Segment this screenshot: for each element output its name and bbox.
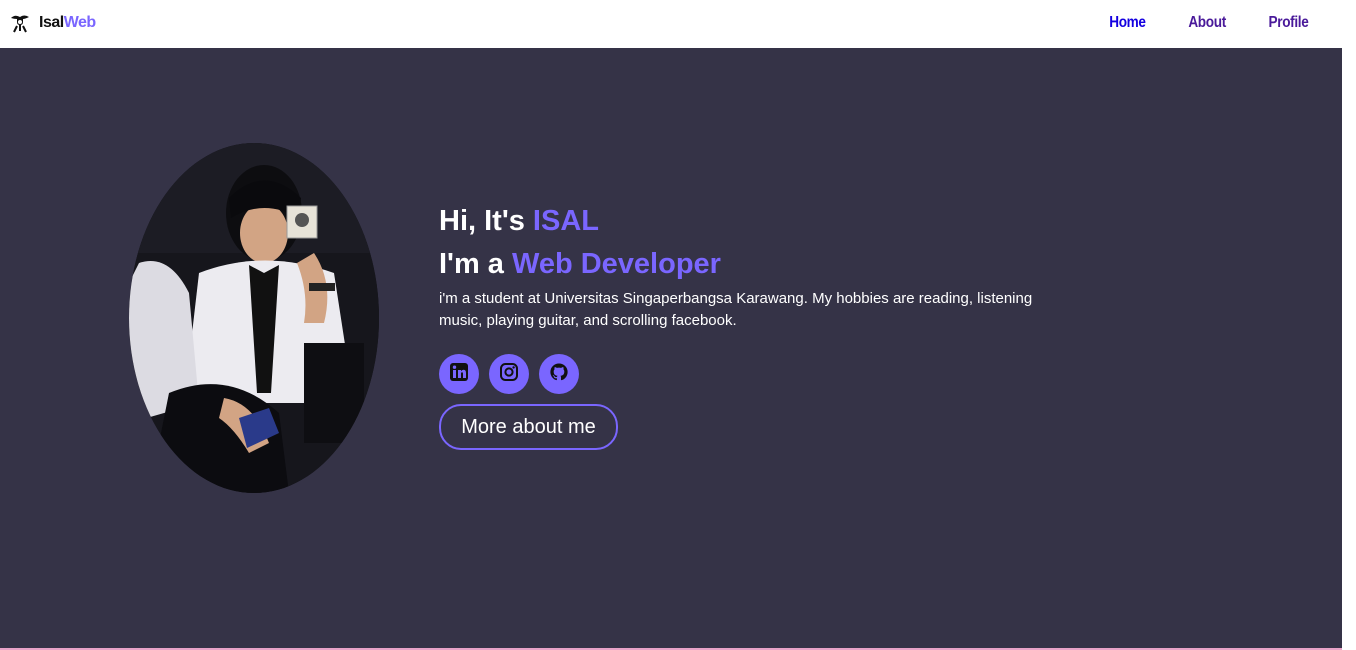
github-button[interactable] xyxy=(539,354,579,394)
instagram-button[interactable] xyxy=(489,354,529,394)
social-links xyxy=(439,354,579,394)
greeting-name: ISAL xyxy=(532,205,599,237)
page-edge xyxy=(1342,0,1356,650)
nav-profile-link[interactable]: Profile xyxy=(1269,14,1309,32)
role-heading: I'm a Web Developer xyxy=(439,244,1079,284)
nav-about-link[interactable]: About xyxy=(1188,14,1226,32)
nav-home-link[interactable]: Home xyxy=(1109,14,1146,32)
role-title: Web Developer xyxy=(511,248,721,280)
profile-photo xyxy=(129,143,379,493)
hero-section: Hi, It's ISAL I'm a Web Developer i'm a … xyxy=(0,48,1342,648)
brand-name-part2: Web xyxy=(63,14,96,31)
nav-links: Home About Profile xyxy=(1106,14,1312,32)
bio-text: i'm a student at Universitas Singaperban… xyxy=(439,290,1033,329)
greeting-heading: Hi, It's ISAL xyxy=(439,201,1079,241)
navbar: Isal Web Home About Profile xyxy=(0,0,1342,48)
github-icon xyxy=(549,362,569,387)
greeting-prefix: Hi, It's xyxy=(439,205,533,237)
more-about-me-button[interactable]: More about me xyxy=(439,404,618,450)
brand-name-part1: Isal xyxy=(39,14,64,31)
instagram-icon xyxy=(499,362,519,387)
hero-text: Hi, It's ISAL I'm a Web Developer i'm a … xyxy=(439,201,1079,332)
logo-icon xyxy=(9,12,31,34)
brand[interactable]: Isal Web xyxy=(9,12,96,34)
linkedin-button[interactable] xyxy=(439,354,479,394)
role-prefix: I'm a xyxy=(439,248,512,280)
linkedin-icon xyxy=(449,362,469,387)
